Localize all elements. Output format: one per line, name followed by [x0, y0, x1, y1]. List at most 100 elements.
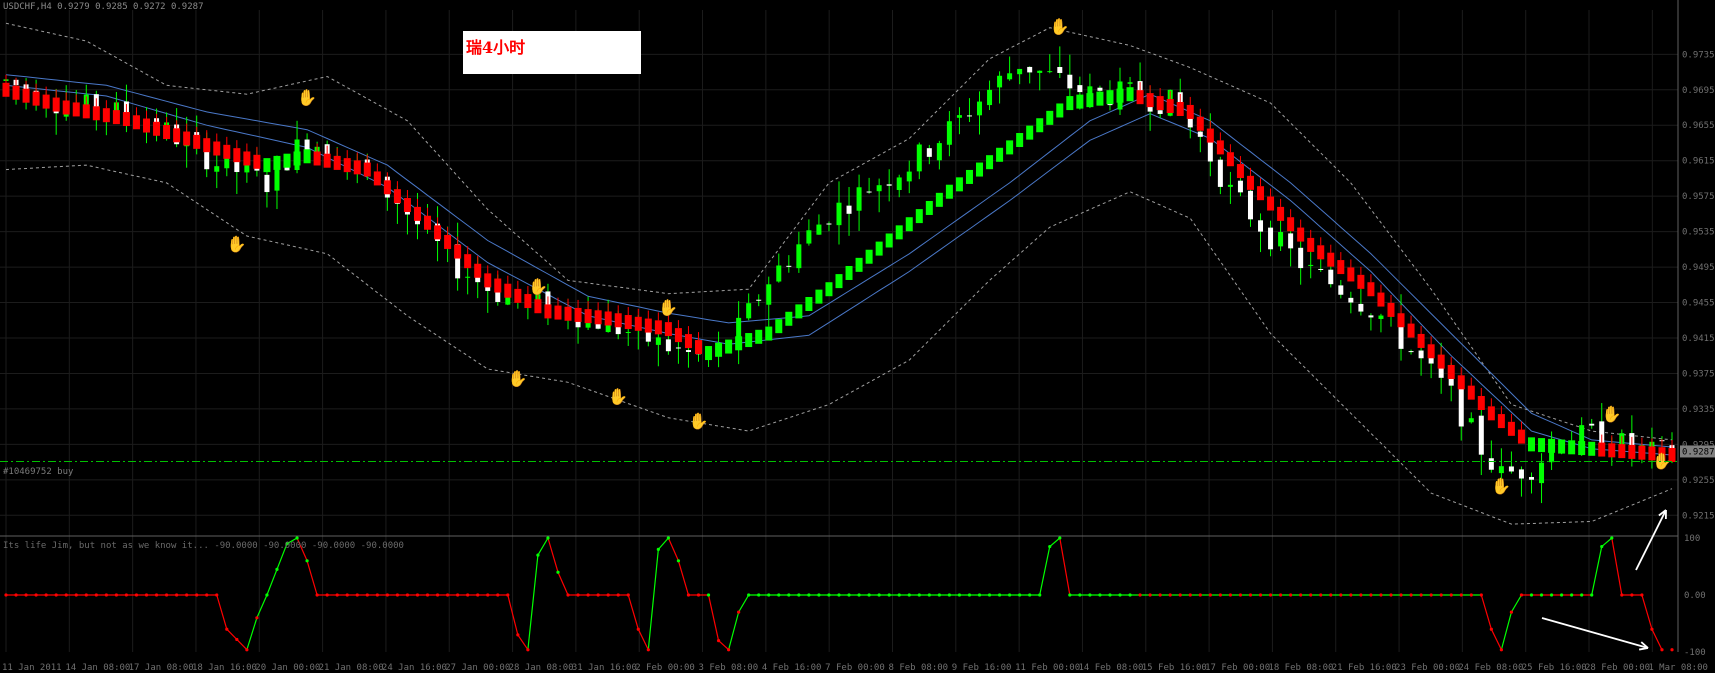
osc-point — [1098, 593, 1102, 597]
osc-point — [917, 593, 921, 597]
trend-bar-down — [1618, 444, 1626, 459]
osc-point — [1188, 593, 1192, 597]
time-tick-label: 24 Feb 08:00 — [1458, 663, 1523, 673]
osc-point — [1038, 593, 1042, 597]
trend-bar-down — [484, 273, 492, 288]
trend-bar-down — [1447, 364, 1455, 379]
time-tick-label: 31 Jan 16:00 — [572, 663, 637, 673]
time-tick-label: 17 Jan 08:00 — [129, 663, 194, 673]
candle-down — [1528, 477, 1534, 480]
candle-down — [675, 347, 681, 349]
price-tick-label: 0.9455 — [1682, 299, 1715, 309]
trend-bar-down — [1166, 99, 1174, 114]
osc-point — [1339, 593, 1343, 597]
osc-point — [817, 593, 821, 597]
candle-down — [685, 350, 691, 352]
osc-point — [1218, 593, 1222, 597]
trend-bar-down — [1477, 395, 1485, 410]
trend-bar-up — [945, 184, 953, 199]
osc-point — [666, 536, 670, 540]
candle-up — [465, 276, 471, 278]
trend-bar-up — [1126, 87, 1134, 102]
trend-bar-down — [72, 102, 80, 117]
trend-bar-down — [223, 144, 231, 159]
trend-bar-down — [574, 307, 582, 322]
osc-point — [164, 593, 169, 597]
trend-bar-down — [173, 128, 181, 143]
candle-up — [956, 115, 962, 118]
price-tick-label: 0.9255 — [1682, 476, 1715, 486]
trend-bar-up — [1046, 110, 1054, 125]
trend-bar-down — [1186, 104, 1194, 119]
trend-bar-up — [1538, 438, 1546, 453]
trend-bar-down — [684, 334, 692, 349]
osc-point — [837, 593, 841, 597]
osc-point — [134, 593, 139, 597]
osc-point — [154, 593, 159, 597]
trend-bar-up — [955, 177, 963, 192]
trend-bar-down — [534, 299, 542, 314]
moving-average-band — [5, 74, 1673, 456]
trend-bar-up — [273, 155, 281, 170]
osc-point — [1630, 593, 1634, 597]
osc-point — [325, 593, 329, 597]
candle-down — [1589, 423, 1595, 426]
osc-point — [1469, 593, 1473, 597]
candle-up — [625, 331, 631, 333]
osc-point — [867, 593, 871, 597]
time-tick-label: 17 Feb 00:00 — [1205, 663, 1270, 673]
trend-bar-up — [965, 169, 973, 184]
osc-segment — [216, 594, 228, 630]
trend-bar-down — [424, 215, 432, 230]
time-tick-label: 2 Feb 00:00 — [635, 663, 695, 673]
osc-point — [857, 593, 861, 597]
trend-bar-down — [624, 315, 632, 330]
trend-bar-up — [865, 249, 873, 264]
candle-down — [1067, 74, 1073, 89]
price-chart[interactable]: ✋✋✋✋✋✋✋✋✋✋✋ 0.97350.96950.96550.96150.95… — [0, 0, 1715, 673]
trend-bar-down — [1467, 385, 1475, 400]
osc-point — [1640, 593, 1644, 597]
candle-down — [1318, 268, 1324, 270]
trend-bar-down — [213, 141, 221, 156]
trend-bar-down — [233, 148, 241, 163]
trend-bar-down — [444, 234, 452, 249]
osc-point — [897, 593, 901, 597]
trend-bar-down — [1267, 196, 1275, 211]
trend-bar-down — [1156, 96, 1164, 111]
osc-point — [1289, 593, 1293, 597]
trend-bar-down — [1517, 429, 1525, 444]
time-tick-label: 25 Feb 16:00 — [1522, 663, 1587, 673]
osc-segment — [557, 571, 569, 596]
trend-bar-down — [664, 322, 672, 337]
trend-bar-down — [594, 310, 602, 325]
trend-bar-down — [494, 278, 502, 293]
osc-point — [927, 593, 931, 597]
osc-segment — [1490, 628, 1502, 650]
price-tick-label: 0.9655 — [1682, 121, 1715, 131]
trend-bar-up — [835, 274, 843, 289]
grid-lines — [0, 10, 1678, 652]
trend-bar-down — [544, 304, 552, 319]
sell-signal-icon: ✋ — [297, 88, 317, 107]
osc-point — [496, 593, 500, 597]
trend-bar-down — [1487, 406, 1495, 421]
osc-point — [887, 593, 891, 597]
osc-point — [425, 593, 430, 597]
osc-point — [1088, 593, 1092, 597]
time-tick-label: 21 Feb 16:00 — [1332, 663, 1397, 673]
trend-bar-down — [1507, 421, 1515, 436]
osc-point — [335, 593, 339, 597]
trend-bar-down — [1317, 245, 1325, 260]
trend-bar-down — [1347, 267, 1355, 282]
osc-segment — [527, 555, 539, 650]
osc-point — [536, 553, 540, 557]
trend-bar-down — [504, 283, 512, 298]
trend-bar-up — [1106, 90, 1114, 105]
candle-up — [896, 177, 902, 191]
osc-point — [1068, 593, 1072, 597]
osc-tick-label: 100 — [1684, 534, 1700, 544]
trend-bar-up — [283, 153, 291, 168]
candle-up — [1378, 315, 1384, 319]
trend-bar-down — [1136, 90, 1144, 105]
